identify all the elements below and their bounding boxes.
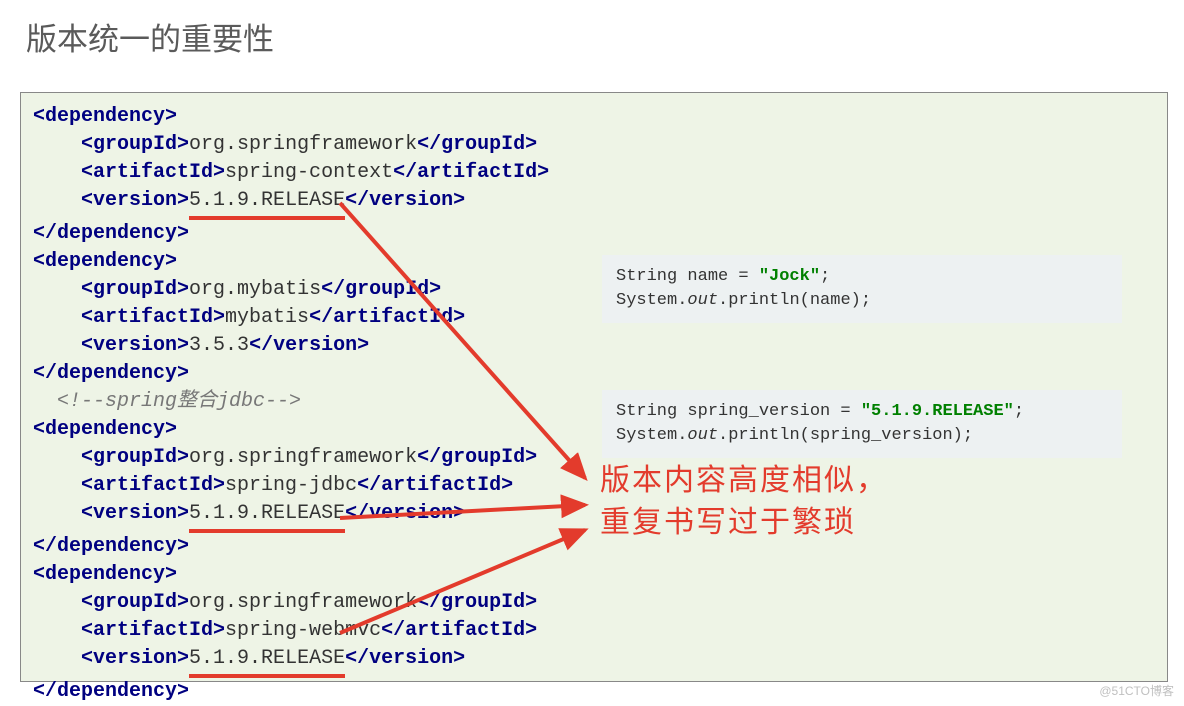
code-text: out [687, 291, 718, 310]
code-line: <version>5.1.9.RELEASE</version> [33, 645, 1155, 678]
string-literal: "5.1.9.RELEASE" [861, 402, 1014, 421]
watermark: @51CTO博客 [1099, 682, 1174, 699]
code-line: </dependency> [33, 220, 1155, 248]
code-line: <version>5.1.9.RELEASE</version> [33, 500, 1155, 533]
code-text: out [687, 426, 718, 445]
code-text: System. [616, 426, 687, 445]
code-line: <version>3.5.3</version> [33, 332, 1155, 360]
code-line: <groupId>org.springframework</groupId> [33, 131, 1155, 159]
java-code-block-top: String name = "Jock"; System.out.println… [602, 255, 1122, 323]
code-line: System.out.println(name); [616, 289, 1108, 313]
code-line: System.out.println(spring_version); [616, 424, 1108, 448]
code-text: ; [820, 267, 830, 286]
string-literal: "Jock" [759, 267, 820, 286]
xml-code-block: <dependency> <groupId>org.springframewor… [20, 92, 1168, 682]
annotation-line: 版本内容高度相似， [600, 460, 888, 502]
code-text: .println(name); [718, 291, 871, 310]
code-line: </dependency> [33, 360, 1155, 388]
page-title: 版本统一的重要性 [26, 14, 274, 59]
code-line: </dependency> [33, 533, 1155, 561]
code-line: <artifactId>spring-webmvc</artifactId> [33, 617, 1155, 645]
code-text: String spring_version = [616, 402, 861, 421]
code-line: </dependency> [33, 678, 1155, 706]
code-text: ; [1014, 402, 1024, 421]
code-line: String spring_version = "5.1.9.RELEASE"; [616, 400, 1108, 424]
code-text: .println(spring_version); [718, 426, 973, 445]
code-text: String name = [616, 267, 759, 286]
code-line: <dependency> [33, 561, 1155, 589]
code-line: <artifactId>spring-context</artifactId> [33, 159, 1155, 187]
code-line: <groupId>org.springframework</groupId> [33, 589, 1155, 617]
code-text: System. [616, 291, 687, 310]
annotation-line: 重复书写过于繁琐 [600, 502, 888, 544]
annotation-text: 版本内容高度相似， 重复书写过于繁琐 [600, 460, 888, 544]
code-line: <dependency> [33, 103, 1155, 131]
java-code-block-bottom: String spring_version = "5.1.9.RELEASE";… [602, 390, 1122, 458]
code-line: String name = "Jock"; [616, 265, 1108, 289]
code-line: <version>5.1.9.RELEASE</version> [33, 187, 1155, 220]
code-line: <artifactId>spring-jdbc</artifactId> [33, 472, 1155, 500]
